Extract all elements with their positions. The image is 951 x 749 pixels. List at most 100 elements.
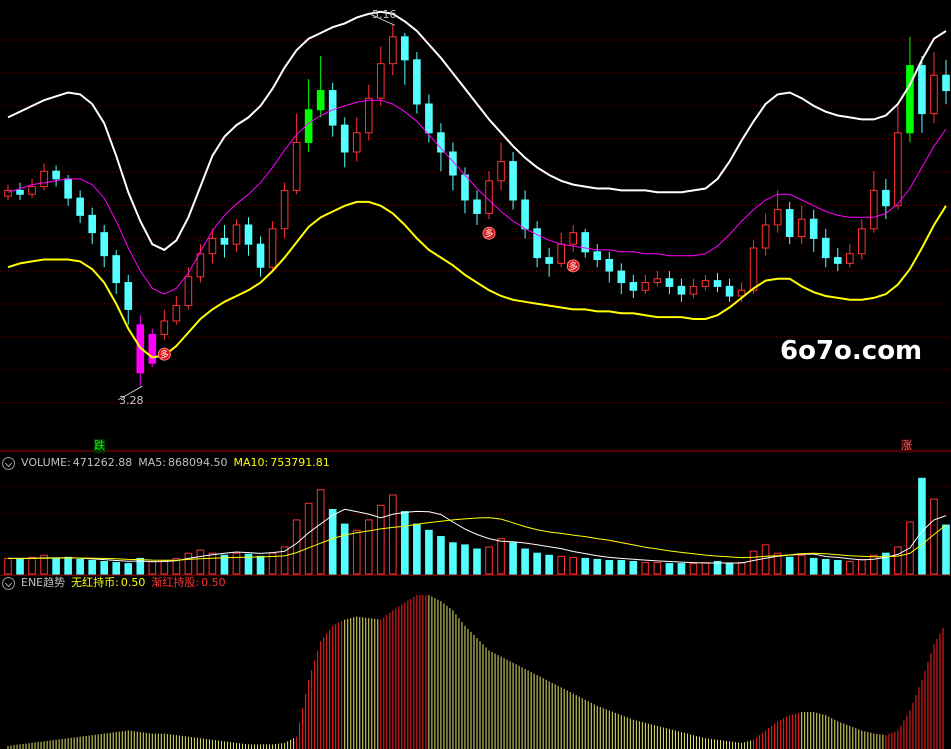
volume-bar (473, 548, 481, 575)
candle-body (256, 243, 265, 268)
candle-body (689, 285, 698, 295)
candle-body (930, 74, 938, 115)
volume-bar (677, 563, 686, 575)
volume-bar (918, 477, 926, 575)
candle-body (184, 276, 193, 307)
candle-body (473, 199, 481, 214)
volume-bar (521, 548, 529, 575)
candle-body (665, 278, 674, 287)
signal-marker: 多 (482, 226, 496, 240)
candle-body (677, 285, 686, 295)
volume-bar (701, 562, 710, 575)
candle-body (761, 224, 770, 249)
volume-bar (569, 556, 578, 575)
candle-body (304, 109, 313, 143)
volume-bar (316, 489, 325, 575)
stock-chart-window: 多多多 5.16 3.28 跌 涨 6o7o.com VOLUME: 471262… (0, 0, 951, 749)
volume-bar (88, 559, 96, 575)
candle-body (292, 141, 301, 191)
candle-body (340, 124, 349, 153)
candle-body (845, 253, 854, 264)
candle-body (701, 280, 710, 287)
rise-label: 涨 (901, 439, 912, 453)
candle-body (785, 209, 794, 237)
candle-body (376, 63, 385, 99)
volume-bar (16, 558, 24, 575)
volume-bar (605, 559, 614, 575)
candle-body (244, 224, 253, 245)
volume-bar (809, 557, 818, 575)
candle-body (232, 224, 241, 245)
candle-body (713, 280, 722, 287)
volume-bar (328, 509, 337, 575)
volume-bar (148, 561, 157, 575)
collapse-icon[interactable] (2, 456, 15, 470)
volume-bar (208, 552, 217, 575)
candle-body (581, 232, 590, 253)
candle-body (413, 59, 421, 105)
candle-body (509, 161, 517, 201)
volume-bar (256, 555, 265, 575)
volume-bar (858, 558, 866, 575)
candle-body (870, 189, 878, 230)
candle-body (894, 132, 902, 207)
signal-marker: 多 (157, 347, 171, 361)
candle-body (797, 218, 806, 237)
candle-body (52, 170, 60, 180)
price-high-label: 5.16 (372, 8, 397, 21)
volume-bar (196, 549, 205, 575)
candle-body (76, 197, 84, 216)
volume-bar (160, 559, 169, 575)
candle-body (328, 90, 337, 126)
candle-body (124, 282, 133, 310)
volume-bar (725, 563, 734, 575)
volume-bar (461, 544, 469, 575)
candle-body (629, 282, 638, 291)
volume-bar (557, 555, 565, 575)
candle-body (196, 253, 205, 278)
ene-chart[interactable] (0, 589, 951, 749)
volume-bar (665, 563, 674, 575)
volume-bar (485, 546, 493, 575)
volume-chart[interactable] (0, 456, 951, 576)
volume-bar (545, 554, 553, 575)
collapse-icon[interactable] (2, 576, 15, 590)
candle-body (858, 228, 866, 255)
candle-body (172, 305, 181, 322)
candle-body (64, 178, 72, 199)
volume-bar (509, 542, 517, 575)
volume-bar (581, 557, 590, 575)
ene-header: ENE趋势 无红持币: 0.50 渐红持股: 0.50 (2, 576, 232, 590)
volume-bar (100, 561, 109, 575)
candle-body (725, 285, 734, 297)
volume-bar (352, 529, 361, 575)
volume-bar (52, 557, 60, 575)
signal-text: 多 (485, 228, 494, 240)
volume-bar (232, 552, 241, 575)
volume-bar (64, 556, 72, 575)
candle-body (617, 270, 626, 284)
candle-body (749, 247, 758, 291)
price-chart[interactable]: 多多多 (0, 0, 951, 452)
volume-bar (28, 556, 36, 575)
candle-body (641, 282, 650, 291)
volume-bar (870, 554, 878, 575)
volume-bar (449, 542, 457, 575)
volume-bar (641, 562, 650, 575)
candle-body (16, 189, 24, 195)
candle-body (569, 232, 578, 245)
price-low-label: 3.28 (119, 394, 144, 407)
candle-body (882, 189, 890, 207)
volume-bar (749, 550, 758, 575)
candle-body (461, 174, 469, 201)
watermark: 6o7o.com (780, 336, 923, 366)
candle-body (352, 132, 361, 153)
candle-body (918, 65, 926, 115)
candle-body (280, 189, 289, 230)
volume-bar (942, 524, 950, 575)
volume-bar (364, 519, 373, 575)
volume-bar (629, 561, 638, 575)
volume-bar (340, 523, 349, 575)
candle-body (521, 199, 529, 230)
candle-body (208, 237, 217, 255)
